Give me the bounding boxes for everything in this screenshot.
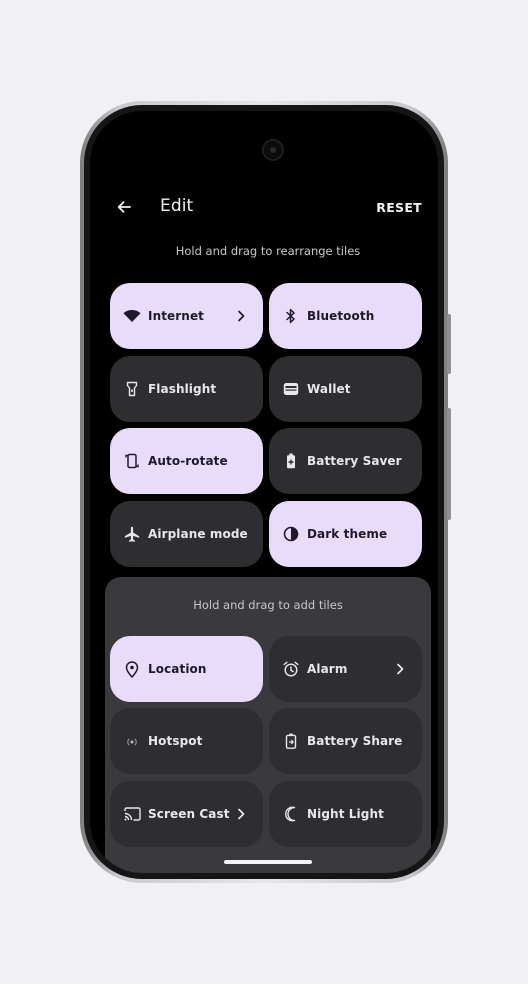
- location-icon: [122, 659, 142, 679]
- tile-wallet[interactable]: Wallet: [269, 356, 422, 422]
- home-indicator[interactable]: [224, 860, 312, 864]
- tile-hotspot[interactable]: Hotspot: [110, 708, 263, 774]
- battery-saver-icon: [281, 451, 301, 471]
- tile-label: Internet: [148, 309, 205, 323]
- phone-frame: Edit RESET Hold and drag to rearrange ti…: [80, 101, 451, 883]
- tile-label: Auto-rotate: [148, 454, 228, 468]
- tile-label: Hotspot: [148, 734, 203, 748]
- flashlight-icon: [122, 379, 142, 399]
- phone-bezel: Edit RESET Hold and drag to rearrange ti…: [84, 105, 444, 879]
- tile-location[interactable]: Location: [110, 636, 263, 702]
- wifi-icon: [122, 306, 142, 326]
- chevron-right-icon[interactable]: [390, 659, 410, 679]
- tile-label: Bluetooth: [307, 309, 375, 323]
- screen: Edit RESET Hold and drag to rearrange ti…: [90, 111, 438, 873]
- airplane-icon: [122, 524, 142, 544]
- dark-theme-icon: [281, 524, 301, 544]
- tile-label: Battery Saver: [307, 454, 402, 468]
- power-button: [447, 314, 451, 374]
- night-light-icon: [281, 804, 301, 824]
- hotspot-icon: [122, 731, 142, 751]
- tile-label: Location: [148, 662, 207, 676]
- chevron-right-icon[interactable]: [231, 306, 251, 326]
- tile-label: Wallet: [307, 382, 351, 396]
- front-camera: [262, 139, 284, 161]
- screen-cast-icon: [122, 804, 142, 824]
- rearrange-hint: Hold and drag to rearrange tiles: [175, 244, 361, 258]
- tile-battery-saver[interactable]: Battery Saver: [269, 428, 422, 494]
- reset-button[interactable]: RESET: [376, 200, 422, 215]
- alarm-icon: [281, 659, 301, 679]
- tile-dark-theme[interactable]: Dark theme: [269, 501, 422, 567]
- tile-screen-cast[interactable]: Screen Cast: [110, 781, 263, 847]
- tile-label: Night Light: [307, 807, 384, 821]
- tile-internet[interactable]: Internet: [110, 283, 263, 349]
- bluetooth-icon: [281, 306, 301, 326]
- auto-rotate-icon: [122, 451, 142, 471]
- tile-flashlight[interactable]: Flashlight: [110, 356, 263, 422]
- header: Edit RESET: [90, 191, 438, 223]
- tile-label: Alarm: [307, 662, 348, 676]
- stage: Edit RESET Hold and drag to rearrange ti…: [0, 0, 528, 984]
- volume-button: [447, 408, 451, 520]
- add-tiles-hint: Hold and drag to add tiles: [193, 598, 343, 612]
- tile-night-light[interactable]: Night Light: [269, 781, 422, 847]
- tile-label: Screen Cast: [148, 807, 230, 821]
- page-title: Edit: [160, 196, 194, 216]
- tile-label: Battery Share: [307, 734, 403, 748]
- tile-auto-rotate[interactable]: Auto-rotate: [110, 428, 263, 494]
- wallet-icon: [281, 379, 301, 399]
- tile-label: Dark theme: [307, 527, 388, 541]
- back-button[interactable]: [112, 195, 136, 219]
- tile-battery-share[interactable]: Battery Share: [269, 708, 422, 774]
- tile-label: Airplane mode: [148, 527, 248, 541]
- tile-label: Flashlight: [148, 382, 217, 396]
- tile-alarm[interactable]: Alarm: [269, 636, 422, 702]
- battery-share-icon: [281, 731, 301, 751]
- back-arrow-icon: [117, 201, 131, 213]
- tile-airplane-mode[interactable]: Airplane mode: [110, 501, 263, 567]
- tile-bluetooth[interactable]: Bluetooth: [269, 283, 422, 349]
- chevron-right-icon[interactable]: [231, 804, 251, 824]
